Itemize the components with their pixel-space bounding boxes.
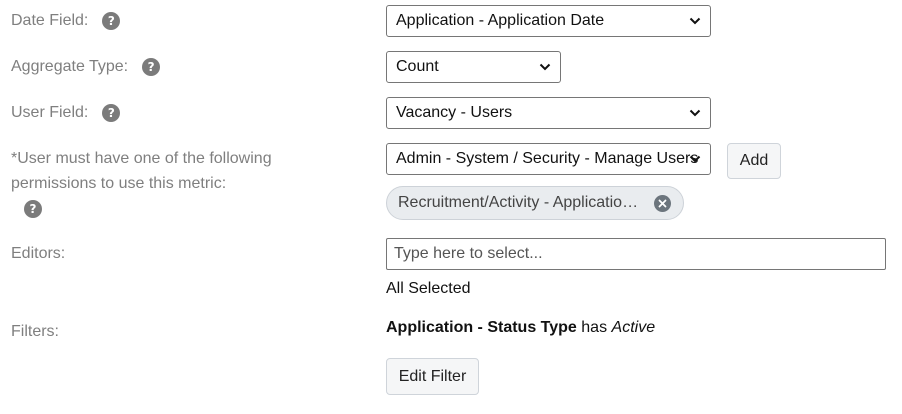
aggregate-type-select[interactable]: Count (386, 51, 561, 83)
permissions-label-line1: *User must have one of the following (11, 150, 272, 167)
user-field-value: Vacancy - Users (396, 104, 513, 121)
selected-permission-chip-label: Recruitment/Activity - Application Admin (398, 194, 644, 211)
aggregate-type-value: Count (396, 58, 439, 75)
aggregate-type-label-text: Aggregate Type: (11, 58, 129, 75)
date-field-label: Date Field:? (11, 9, 121, 33)
filter-operator: has (581, 319, 608, 336)
edit-filter-button[interactable]: Edit Filter (386, 358, 479, 395)
chevron-down-icon (689, 155, 701, 163)
editors-input[interactable]: Type here to select... (386, 238, 886, 270)
filters-label: Filters: (11, 323, 59, 340)
permission-value: Admin - System / Security - Manage Users (396, 150, 699, 167)
editors-input-placeholder: Type here to select... (394, 245, 543, 262)
permissions-label-line2: permissions to use this metric: (11, 175, 227, 192)
question-circle-icon[interactable]: ? (102, 103, 121, 122)
user-field-label: User Field:? (11, 101, 121, 125)
metric-settings-form: Date Field:? Application - Application D… (0, 0, 902, 414)
question-circle-icon[interactable]: ? (24, 199, 42, 218)
close-circle-icon[interactable] (654, 195, 671, 212)
chevron-down-icon (689, 109, 701, 117)
add-permission-button[interactable]: Add (727, 143, 781, 179)
date-field-select[interactable]: Application - Application Date (386, 5, 711, 37)
selected-permission-chip: Recruitment/Activity - Application Admin (386, 186, 684, 220)
filter-summary: Application - Status Type has Active (386, 318, 655, 338)
permissions-help: ? (11, 197, 42, 221)
editors-summary: All Selected (386, 280, 471, 297)
permission-select[interactable]: Admin - System / Security - Manage Users (386, 143, 711, 175)
filter-value: Active (611, 319, 656, 336)
user-field-select[interactable]: Vacancy - Users (386, 97, 711, 129)
filter-field: Application - Status Type (386, 319, 577, 336)
chevron-down-icon (539, 63, 551, 71)
editors-label: Editors: (11, 245, 66, 262)
date-field-label-text: Date Field: (11, 12, 89, 29)
chevron-down-icon (689, 17, 701, 25)
question-circle-icon[interactable]: ? (142, 57, 161, 76)
aggregate-type-label: Aggregate Type:? (11, 55, 161, 79)
question-circle-icon[interactable]: ? (102, 11, 121, 30)
user-field-label-text: User Field: (11, 104, 89, 121)
date-field-value: Application - Application Date (396, 12, 605, 29)
